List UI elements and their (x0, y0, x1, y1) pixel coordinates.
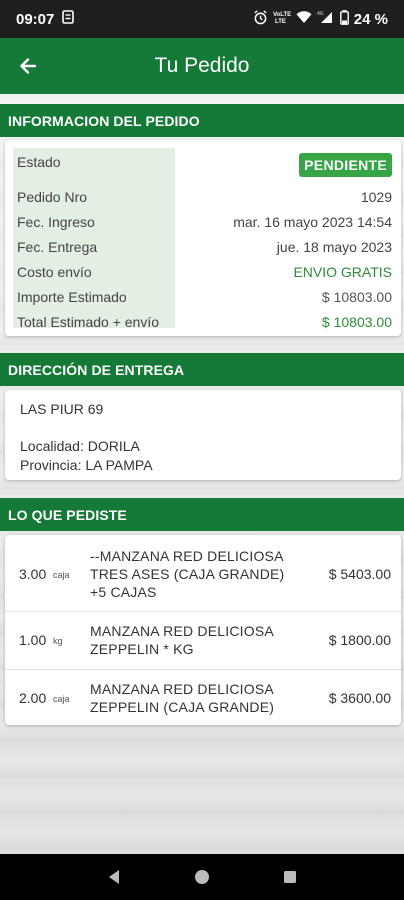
info-value: $ 10803.00 (321, 314, 392, 330)
item-description: --MANZANA RED DELICIOSA TRES ASES (CAJA … (90, 547, 310, 601)
info-label: Estado (17, 154, 61, 170)
battery-icon (339, 9, 349, 29)
item-desc-line: +5 CAJAS (90, 584, 157, 600)
circle-home-icon (195, 870, 209, 884)
item-desc-line: MANZANA RED DELICIOSA (90, 681, 274, 697)
nav-back-button[interactable] (102, 865, 126, 889)
list-item[interactable]: 3.00 caja --MANZANA RED DELICIOSA TRES A… (5, 535, 401, 611)
item-price: $ 5403.00 (328, 566, 391, 582)
square-recents-icon (284, 871, 296, 883)
delivery-province: Provincia: LA PAMPA (20, 457, 153, 473)
info-label: Pedido Nro (17, 189, 88, 205)
info-value: mar. 16 mayo 2023 14:54 (233, 214, 392, 230)
info-row: Fec. Entrega jue. 18 mayo 2023 (5, 235, 401, 260)
status-time: 09:07 (16, 10, 55, 28)
page-title: Tu Pedido (154, 54, 250, 77)
item-desc-line: --MANZANA RED DELICIOSA (90, 548, 284, 564)
svg-text:4G: 4G (317, 11, 324, 17)
info-row: Pedido Nro 1029 (5, 185, 401, 210)
info-row: Costo envío ENVIO GRATIS (5, 260, 401, 285)
item-quantity: 1.00 (19, 632, 47, 648)
item-quantity: 2.00 (19, 690, 47, 706)
item-quantity: 3.00 (19, 566, 47, 582)
status-bar: 09:07 VoLTE LTE 4G 24 % (0, 0, 404, 38)
volte-icon: VoLTE LTE (273, 10, 291, 28)
item-price: $ 1800.00 (328, 632, 391, 648)
list-item[interactable]: 1.00 kg MANZANA RED DELICIOSA ZEPPELIN *… (5, 612, 401, 669)
info-label: Total Estimado + envío (17, 314, 160, 330)
delivery-address: LAS PIUR 69 (20, 401, 104, 417)
order-info-card: Estado PENDIENTE Pedido Nro 1029 Fec. In… (5, 140, 401, 336)
nav-recents-button[interactable] (278, 865, 302, 889)
item-price: $ 3600.00 (328, 690, 391, 706)
info-label: Fec. Ingreso (17, 214, 95, 230)
item-unit: caja (53, 694, 70, 704)
item-desc-line: ZEPPELIN * KG (90, 641, 194, 657)
order-info-header: INFORMACION DEL PEDIDO (0, 104, 404, 137)
item-description: MANZANA RED DELICIOSA ZEPPELIN * KG (90, 622, 310, 658)
item-desc-line: MANZANA RED DELICIOSA (90, 623, 274, 639)
back-button[interactable] (0, 38, 56, 94)
info-value: ENVIO GRATIS (293, 264, 392, 280)
nav-home-button[interactable] (190, 865, 214, 889)
delivery-header: DIRECCIÓN DE ENTREGA (0, 353, 404, 386)
arrow-left-icon (20, 58, 37, 74)
info-value: $ 10803.00 (321, 289, 392, 305)
info-row: Fec. Ingreso mar. 16 mayo 2023 14:54 (5, 210, 401, 235)
system-nav-bar (0, 854, 404, 900)
item-description: MANZANA RED DELICIOSA ZEPPELIN (CAJA GRA… (90, 680, 310, 716)
content-area[interactable]: INFORMACION DEL PEDIDO Estado PENDIENTE … (0, 94, 404, 854)
info-row: Importe Estimado $ 10803.00 (5, 285, 401, 310)
info-label: Fec. Entrega (17, 239, 98, 255)
battery-percent: 24 % (353, 10, 388, 28)
notification-icon (62, 10, 75, 28)
alarm-icon (253, 9, 268, 29)
svg-text:LTE: LTE (275, 19, 286, 24)
info-label: Costo envío (17, 264, 92, 280)
info-row-status: Estado PENDIENTE (5, 150, 401, 177)
info-row: Total Estimado + envío $ 10803.00 (5, 310, 401, 335)
info-value: jue. 18 mayo 2023 (276, 239, 392, 255)
item-desc-line: ZEPPELIN (CAJA GRANDE) (90, 699, 275, 715)
item-unit: caja (53, 570, 70, 580)
triangle-back-icon (109, 870, 119, 884)
svg-text:VoLTE: VoLTE (273, 12, 291, 18)
list-item[interactable]: 2.00 caja MANZANA RED DELICIOSA ZEPPELIN… (5, 670, 401, 725)
cell-signal-icon: 4G (317, 10, 335, 28)
app-bar: Tu Pedido (0, 38, 404, 94)
wifi-icon (296, 10, 312, 28)
items-header: LO QUE PEDISTE (0, 498, 404, 531)
item-unit: kg (53, 636, 63, 646)
item-desc-line: TRES ASES (CAJA GRANDE) (90, 566, 285, 582)
info-label: Importe Estimado (17, 289, 127, 305)
delivery-card: LAS PIUR 69 Localidad: DORILA Provincia:… (5, 390, 401, 480)
delivery-locality: Localidad: DORILA (20, 438, 140, 454)
items-card: 3.00 caja --MANZANA RED DELICIOSA TRES A… (5, 535, 401, 725)
info-value: 1029 (360, 189, 392, 205)
status-badge: PENDIENTE (299, 153, 392, 177)
